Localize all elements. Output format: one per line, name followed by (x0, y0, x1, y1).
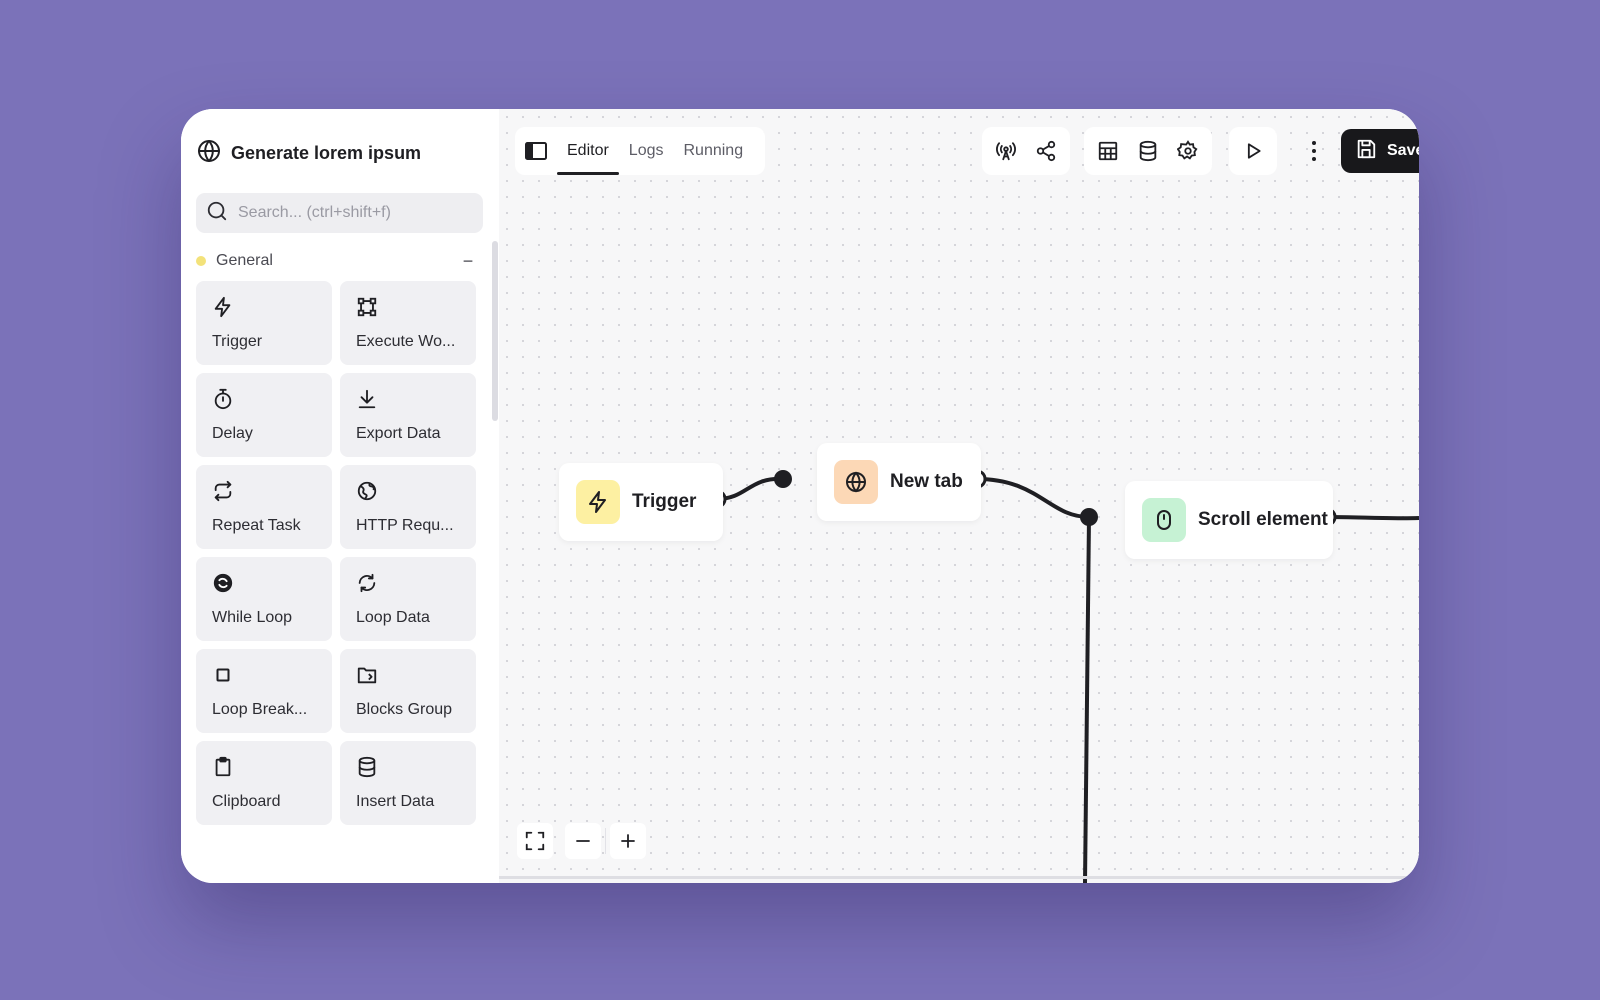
block-trigger[interactable]: Trigger (196, 281, 332, 365)
block-label: Loop Data (356, 609, 430, 626)
repeat-icon (212, 479, 316, 503)
fullscreen-icon[interactable] (517, 823, 553, 859)
block-clipboard[interactable]: Clipboard (196, 741, 332, 825)
database-icon (356, 755, 460, 779)
block-loop-breakpoint[interactable]: Loop Break... (196, 649, 332, 733)
node-new-tab[interactable]: New tab (817, 443, 981, 521)
broadcast-icon[interactable] (988, 133, 1024, 169)
node-scroll-element[interactable]: Scroll element (1125, 481, 1333, 559)
loop-circle-icon (212, 571, 316, 595)
play-icon[interactable] (1235, 133, 1271, 169)
block-insert-data[interactable]: Insert Data (340, 741, 476, 825)
block-label: Clipboard (212, 793, 281, 810)
refresh-icon (356, 571, 460, 595)
globe-icon (834, 460, 878, 504)
search-icon (206, 200, 228, 227)
block-label: Trigger (212, 333, 263, 350)
workflow-icon (356, 295, 460, 319)
block-label: Blocks Group (356, 701, 453, 718)
download-icon (356, 387, 460, 411)
category-label: General (216, 252, 273, 269)
node-label: Trigger (632, 491, 697, 512)
block-http-request[interactable]: HTTP Requ... (340, 465, 476, 549)
save-label: Save (1387, 142, 1419, 159)
zoom-in-icon[interactable] (610, 823, 646, 859)
collapse-category-button[interactable]: − (458, 251, 478, 272)
block-label: Export Data (356, 425, 441, 442)
database-icon[interactable] (1130, 133, 1166, 169)
block-label: Loop Break... (212, 701, 308, 718)
block-label: Execute Wo... (356, 333, 456, 350)
block-list: Trigger Execute Wo... Delay Export Data … (196, 281, 476, 825)
block-repeat-task[interactable]: Repeat Task (196, 465, 332, 549)
globe-icon (356, 479, 460, 503)
stop-square-icon (212, 663, 316, 687)
sidebar-scrollbar[interactable] (492, 241, 498, 421)
share-icon[interactable] (1028, 133, 1064, 169)
canvas-bottom-border (499, 876, 1419, 879)
toolbar-more-group (1291, 127, 1337, 175)
toolbar-data-group (1084, 127, 1212, 175)
more-icon[interactable] (1297, 133, 1331, 169)
newtab-input-handle[interactable] (774, 470, 792, 488)
scroll-input-handle[interactable] (1080, 508, 1098, 526)
timer-icon (212, 387, 316, 411)
settings-icon[interactable] (1170, 133, 1206, 169)
mouse-icon (1142, 498, 1186, 542)
lightning-icon (576, 480, 620, 524)
block-label: While Loop (212, 609, 293, 626)
category-color-dot (196, 256, 206, 266)
block-execute-workflow[interactable]: Execute Wo... (340, 281, 476, 365)
sidebar: Generate lorem ipsum General − Trigger (181, 109, 499, 883)
sidebar-toggle-icon[interactable] (515, 141, 557, 161)
category-header-general[interactable]: General − (196, 250, 478, 272)
block-label: Delay (212, 425, 253, 442)
globe-icon (197, 139, 221, 168)
toolbar-share-group (982, 127, 1070, 175)
search-input[interactable] (238, 204, 478, 222)
editor-tabs: Editor Logs Running (515, 127, 765, 175)
node-label: Scroll element (1198, 509, 1328, 530)
node-label: New tab (890, 471, 963, 492)
block-while-loop[interactable]: While Loop (196, 557, 332, 641)
workflow-header: Generate lorem ipsum (197, 139, 421, 168)
clipboard-icon (212, 755, 316, 779)
zoom-controls (517, 821, 646, 861)
search-box[interactable] (196, 193, 483, 233)
tab-logs[interactable]: Logs (619, 127, 674, 175)
block-delay[interactable]: Delay (196, 373, 332, 457)
workflow-canvas[interactable]: Editor Logs Running Sav Trigger New tab … (499, 109, 1419, 883)
block-loop-data[interactable]: Loop Data (340, 557, 476, 641)
toolbar-run-group (1229, 127, 1277, 175)
block-label: Repeat Task (212, 517, 301, 534)
block-export-data[interactable]: Export Data (340, 373, 476, 457)
lightning-icon (212, 295, 316, 319)
tab-editor[interactable]: Editor (557, 127, 619, 175)
folder-icon (356, 663, 460, 687)
tab-running[interactable]: Running (674, 127, 754, 175)
zoom-out-icon[interactable] (565, 823, 601, 859)
zoom-divider (605, 828, 606, 854)
table-icon[interactable] (1090, 133, 1126, 169)
block-label: HTTP Requ... (356, 517, 454, 534)
save-button[interactable]: Save (1341, 129, 1419, 173)
app-window: Generate lorem ipsum General − Trigger (181, 109, 1419, 883)
save-icon (1355, 138, 1377, 165)
block-blocks-group[interactable]: Blocks Group (340, 649, 476, 733)
workflow-title: Generate lorem ipsum (231, 143, 422, 163)
block-label: Insert Data (356, 793, 435, 810)
node-trigger[interactable]: Trigger (559, 463, 723, 541)
